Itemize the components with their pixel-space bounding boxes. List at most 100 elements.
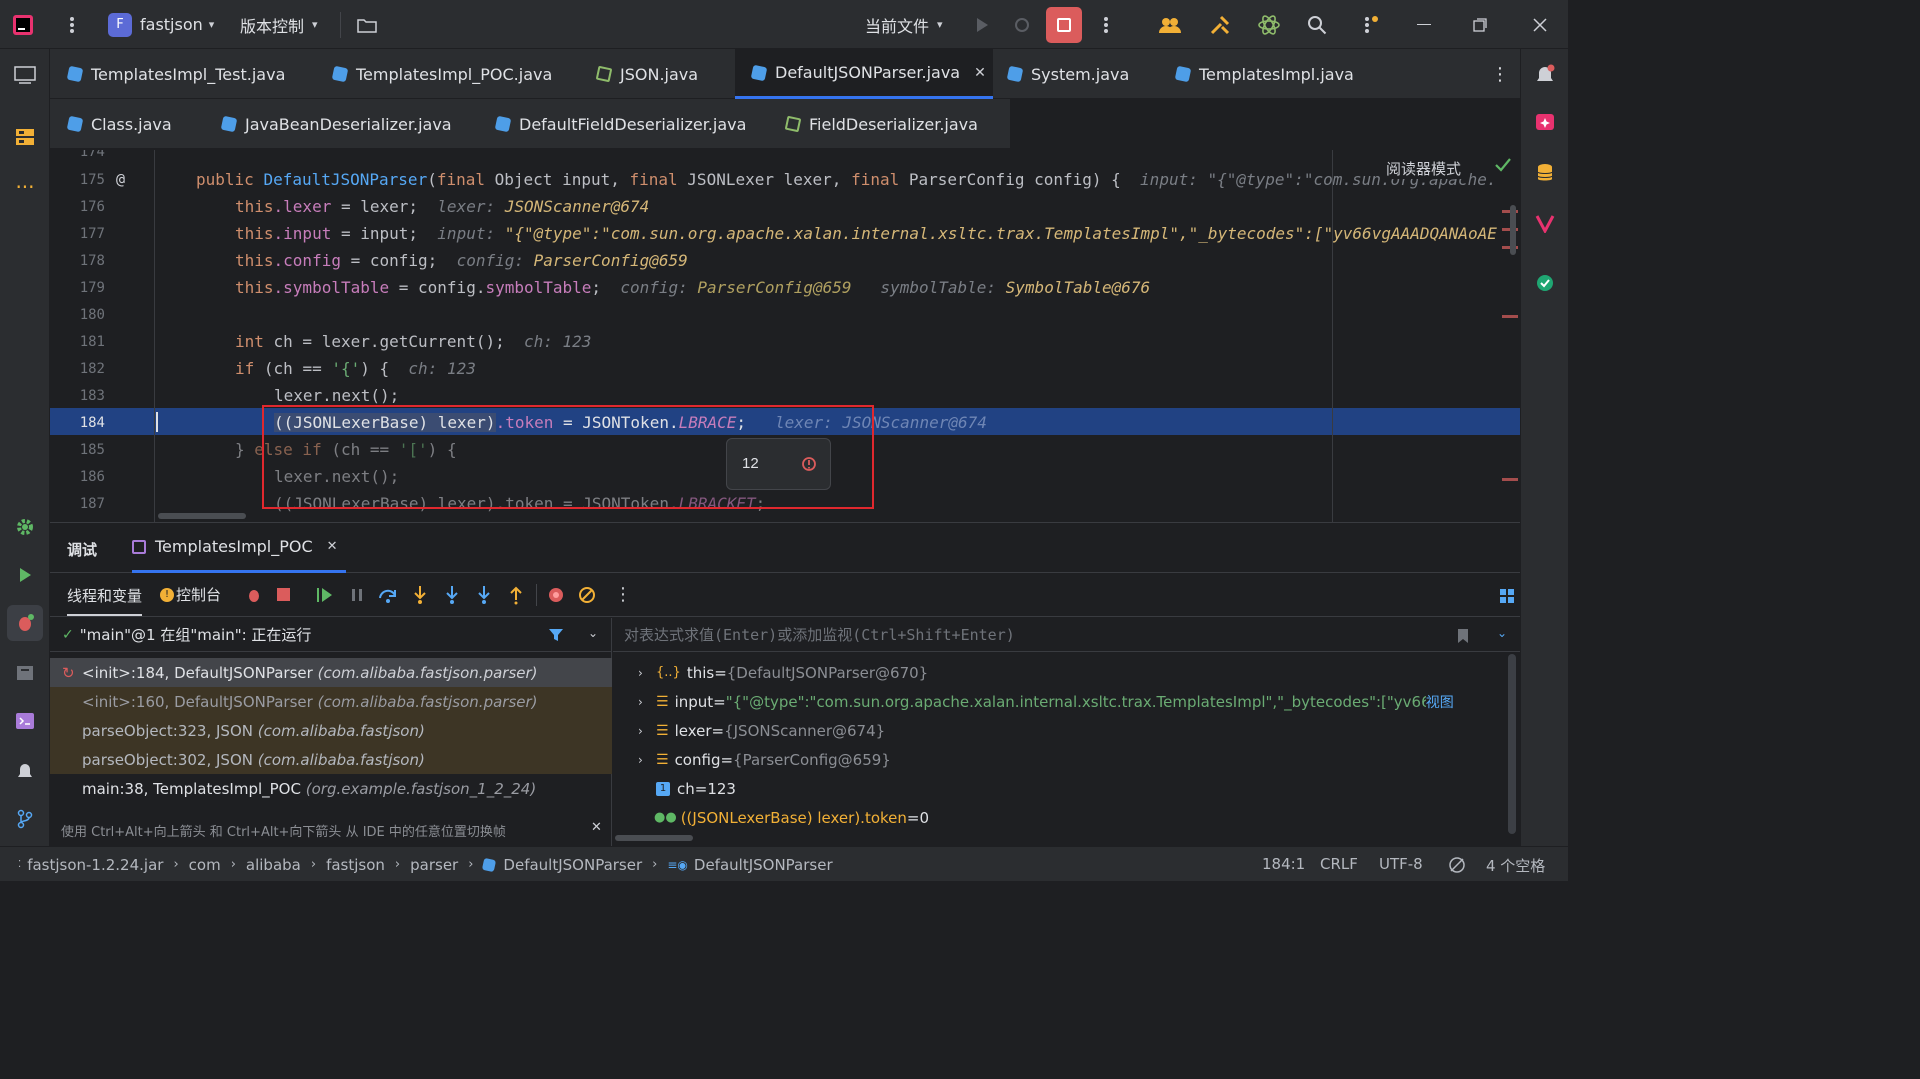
pause-icon[interactable] bbox=[348, 586, 366, 604]
error-icon[interactable] bbox=[800, 455, 818, 477]
tab-json[interactable]: JSON.java bbox=[595, 49, 698, 99]
resume-icon[interactable] bbox=[316, 586, 334, 604]
vcs-selector[interactable]: 版本控制 ▾ bbox=[240, 0, 318, 49]
expand-arrow-icon[interactable]: › bbox=[638, 666, 652, 680]
step-out-icon[interactable] bbox=[508, 585, 524, 605]
search-icon[interactable] bbox=[1306, 0, 1328, 49]
git-icon[interactable] bbox=[0, 801, 50, 837]
check-status-icon[interactable] bbox=[1521, 265, 1569, 301]
force-step-into-icon[interactable] bbox=[444, 585, 460, 605]
stop-button[interactable] bbox=[1046, 0, 1082, 49]
editor-horizontal-scrollbar[interactable] bbox=[158, 513, 246, 519]
project-view-icon[interactable] bbox=[0, 57, 50, 93]
tab-defaultfielddeserializer[interactable]: DefaultFieldDeserializer.java bbox=[494, 99, 746, 149]
variables-vertical-scrollbar[interactable] bbox=[1508, 654, 1516, 834]
bookmark-icon[interactable] bbox=[1456, 628, 1470, 644]
more-actions-icon[interactable] bbox=[1100, 0, 1112, 49]
reader-mode-label[interactable]: 阅读器模式 bbox=[1386, 158, 1468, 179]
tab-fielddeserializer[interactable]: FieldDeserializer.java bbox=[784, 99, 978, 149]
tab-class[interactable]: Class.java bbox=[66, 99, 172, 149]
variable-row[interactable]: › ☰ lexer = {JSONScanner@674} bbox=[638, 716, 885, 745]
frame-item[interactable]: parseObject:302, JSON (com.alibaba.fastj… bbox=[50, 745, 612, 774]
close-tab-icon[interactable]: ✕ bbox=[974, 65, 986, 81]
frame-item[interactable]: ↻ <init>:184, DefaultJSONParser (com.ali… bbox=[50, 658, 612, 687]
ai-assistant-icon[interactable] bbox=[1256, 0, 1282, 49]
tab-templatesimpl-poc[interactable]: TemplatesImpl_POC.java bbox=[331, 49, 552, 99]
caret-position[interactable]: 184:1 bbox=[1262, 855, 1305, 873]
tab-threads-variables[interactable]: 线程和变量 bbox=[67, 585, 143, 616]
breadcrumb-item[interactable]: DefaultJSONParser bbox=[503, 856, 642, 874]
variable-row[interactable]: › ☰ config = {ParserConfig@659} bbox=[638, 745, 891, 774]
settings-menu-icon[interactable] bbox=[1360, 0, 1380, 49]
breadcrumb-item[interactable]: alibaba bbox=[246, 856, 301, 874]
variable-row[interactable]: › {..} this = {DefaultJSONParser@670} bbox=[638, 658, 928, 687]
indent-setting[interactable]: 4 个空格 bbox=[1486, 855, 1545, 876]
tab-javabeandeserializer[interactable]: JavaBeanDeserializer.java bbox=[220, 99, 452, 149]
more-options-icon[interactable]: ⋮ bbox=[614, 584, 632, 605]
folder-icon[interactable] bbox=[356, 0, 378, 49]
tab-system[interactable]: System.java bbox=[1006, 49, 1129, 99]
line-separator[interactable]: CRLF bbox=[1320, 855, 1358, 873]
close-icon[interactable] bbox=[1530, 0, 1550, 49]
build-tools-icon[interactable] bbox=[1208, 0, 1232, 49]
session-tab[interactable]: TemplatesImpl_POC ✕ bbox=[132, 523, 346, 573]
frame-item[interactable]: main:38, TemplatesImpl_POC (org.example.… bbox=[50, 774, 612, 803]
chevron-down-icon[interactable]: ⌄ bbox=[588, 626, 598, 640]
error-stripe-mark[interactable] bbox=[1502, 315, 1518, 318]
terminal-icon[interactable] bbox=[0, 703, 50, 739]
value-popup[interactable]: 12 bbox=[726, 438, 831, 490]
readonly-toggle-icon[interactable] bbox=[1448, 856, 1466, 874]
rerun-debug-icon[interactable] bbox=[245, 586, 263, 604]
chevron-down-icon[interactable]: ⌄ bbox=[1497, 626, 1507, 640]
services-icon[interactable] bbox=[0, 509, 50, 545]
run-icon[interactable] bbox=[973, 0, 991, 49]
frame-item[interactable]: parseObject:323, JSON (com.alibaba.fastj… bbox=[50, 716, 612, 745]
layout-settings-icon[interactable] bbox=[1500, 589, 1514, 603]
tab-console[interactable]: ! 控制台 bbox=[160, 584, 221, 605]
frame-item[interactable]: <init>:160, DefaultJSONParser (com.aliba… bbox=[50, 687, 612, 716]
error-stripe-mark[interactable] bbox=[1502, 478, 1518, 481]
step-into-icon[interactable] bbox=[412, 585, 428, 605]
run-config-selector[interactable]: 当前文件 ▾ bbox=[865, 0, 943, 49]
tab-templatesimpl-test[interactable]: TemplatesImpl_Test.java bbox=[66, 49, 285, 99]
plugin-v-icon[interactable] bbox=[1521, 205, 1569, 241]
ai-chat-icon[interactable] bbox=[1521, 105, 1569, 141]
project-selector[interactable]: F fastjson ▾ bbox=[108, 0, 214, 49]
mute-breakpoints-icon[interactable] bbox=[578, 586, 596, 604]
tab-options-icon[interactable]: ⋮ bbox=[1491, 49, 1509, 99]
expand-arrow-icon[interactable]: › bbox=[638, 753, 652, 767]
inspection-ok-icon[interactable] bbox=[1494, 156, 1512, 178]
editor-vertical-scrollbar[interactable] bbox=[1510, 205, 1516, 255]
more-tools-icon[interactable]: ··· bbox=[0, 169, 50, 205]
variable-row[interactable]: 1 ch = 123 bbox=[638, 774, 736, 803]
thread-selector[interactable]: ✓ "main"@1 在组"main": 正在运行 ⌄ bbox=[50, 618, 612, 652]
override-marker-icon[interactable]: @ bbox=[116, 170, 125, 188]
breadcrumb-item[interactable]: fastjson bbox=[326, 856, 385, 874]
database-icon[interactable] bbox=[1521, 155, 1569, 191]
close-tab-icon[interactable]: ✕ bbox=[327, 539, 338, 554]
problems-icon[interactable] bbox=[0, 753, 50, 789]
notifications-icon[interactable] bbox=[1521, 57, 1569, 93]
close-hint-icon[interactable]: ✕ bbox=[591, 820, 602, 835]
archive-icon[interactable] bbox=[0, 655, 50, 691]
variables-horizontal-scrollbar[interactable] bbox=[615, 835, 693, 841]
structure-icon[interactable] bbox=[0, 119, 50, 155]
breadcrumb-item[interactable]: fastjson-1.2.24.jar bbox=[27, 856, 163, 874]
tab-defaultjsonparser[interactable]: DefaultJSONParser.java ✕ bbox=[735, 49, 993, 99]
app-logo-icon[interactable] bbox=[12, 0, 36, 49]
breadcrumb-item[interactable]: DefaultJSONParser bbox=[694, 856, 833, 874]
run-tool-icon[interactable] bbox=[0, 557, 50, 593]
view-link[interactable]: 视图 bbox=[1426, 692, 1454, 712]
restore-icon[interactable] bbox=[1470, 0, 1490, 49]
view-breakpoints-icon[interactable] bbox=[547, 586, 565, 604]
filter-icon[interactable] bbox=[548, 627, 564, 643]
variable-row[interactable]: › ☰ input = "{"@type":"com.sun.org.apach… bbox=[638, 687, 1454, 716]
minimize-icon[interactable] bbox=[1414, 0, 1434, 49]
expand-arrow-icon[interactable]: › bbox=[638, 724, 652, 738]
tab-templatesimpl[interactable]: TemplatesImpl.java bbox=[1174, 49, 1354, 99]
breadcrumb-item[interactable]: parser bbox=[410, 856, 458, 874]
debug-icon[interactable] bbox=[1013, 0, 1031, 49]
main-menu-icon[interactable] bbox=[62, 0, 82, 49]
stop-icon[interactable] bbox=[276, 587, 292, 603]
step-over-icon[interactable] bbox=[378, 586, 398, 604]
